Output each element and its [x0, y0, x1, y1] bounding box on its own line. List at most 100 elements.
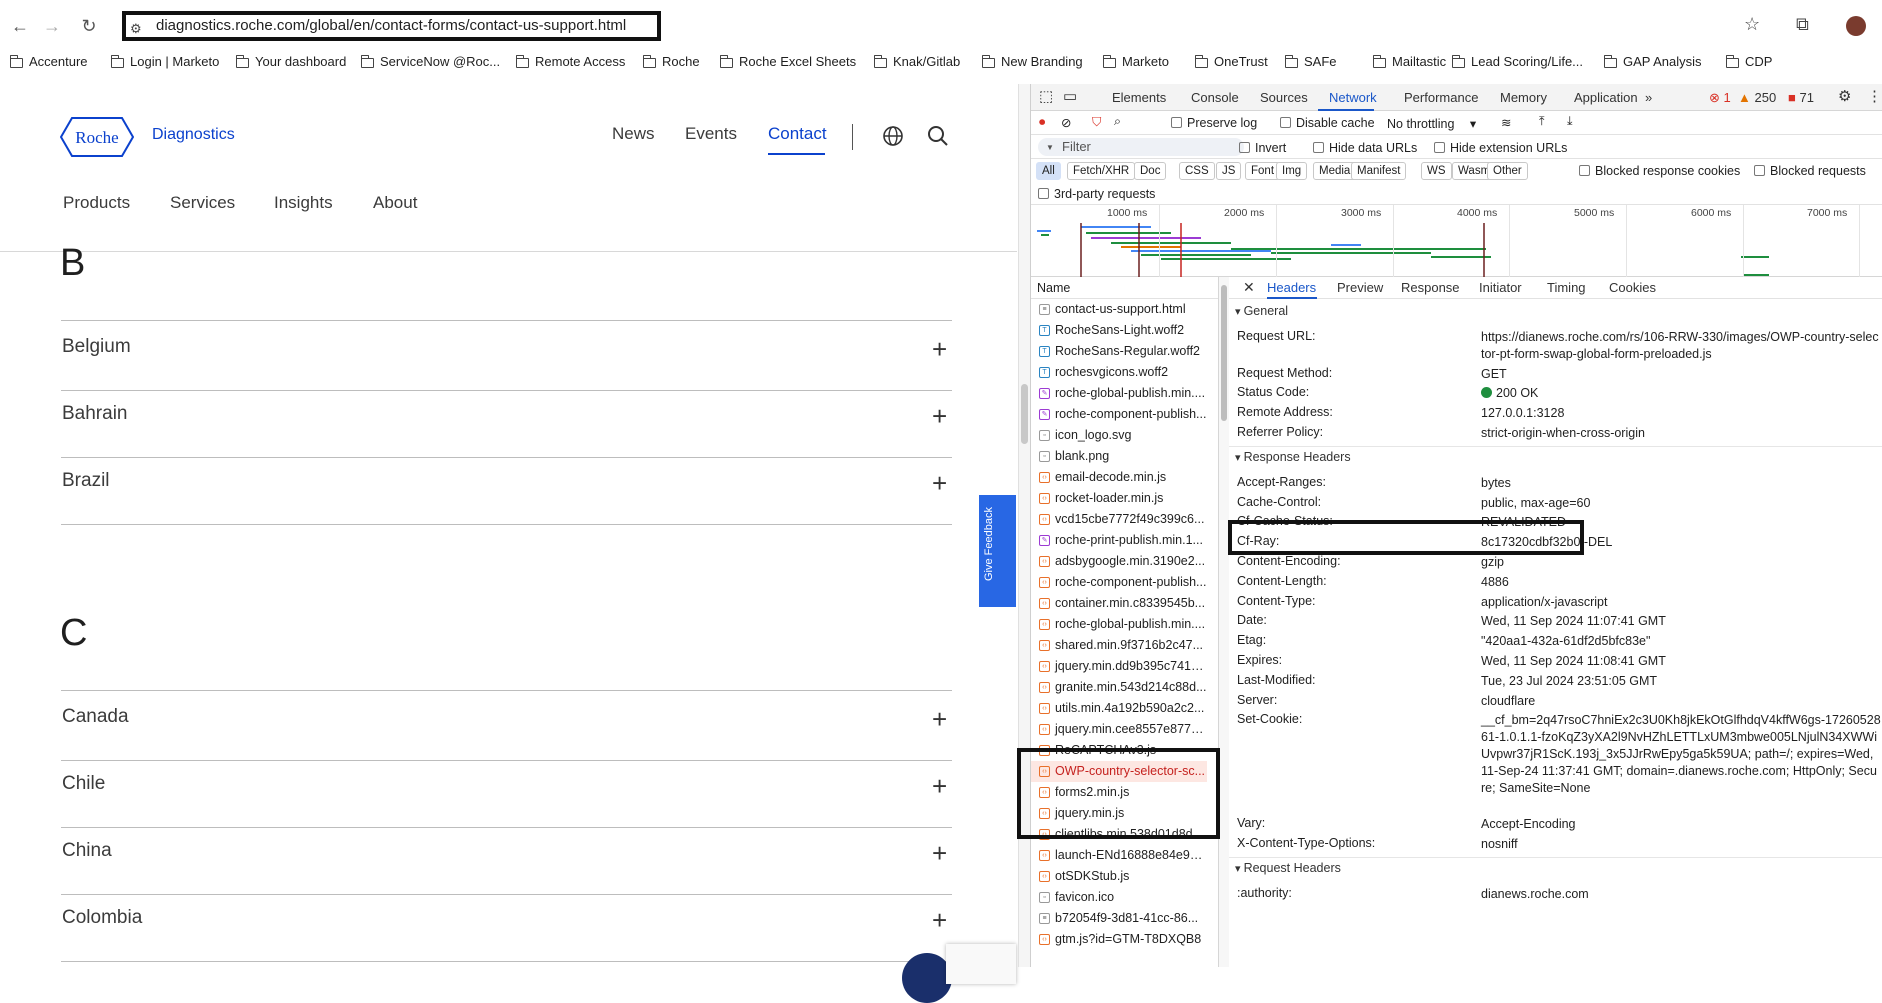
- give-feedback-tab[interactable]: Give Feedback: [979, 495, 1016, 607]
- bookmark-item[interactable]: CDP: [1725, 54, 1772, 69]
- search-network-icon[interactable]: ⌕: [1114, 114, 1121, 129]
- tab-initiator[interactable]: Initiator: [1479, 280, 1522, 295]
- blocked-requests-checkbox[interactable]: Blocked requests: [1754, 164, 1866, 178]
- filter-input[interactable]: Filter: [1038, 138, 1244, 157]
- type-filter-ws[interactable]: WS: [1421, 162, 1452, 180]
- request-row[interactable]: ✎ roche-component-publish...: [1031, 404, 1207, 425]
- reload-icon[interactable]: ↻: [77, 14, 101, 38]
- url-bar[interactable]: ⚙ diagnostics.roche.com/global/en/contac…: [122, 11, 661, 41]
- request-row[interactable]: ≡ contact-us-support.html: [1031, 299, 1207, 320]
- name-column-header[interactable]: Name: [1031, 277, 1218, 299]
- bookmark-item[interactable]: Remote Access: [515, 54, 625, 69]
- request-row[interactable]: ‹› shared.min.9f3716b2c47...: [1031, 635, 1207, 656]
- request-row[interactable]: ▫ icon_logo.svg: [1031, 425, 1207, 446]
- device-toolbar-icon[interactable]: ▭: [1063, 87, 1077, 105]
- expand-plus-icon[interactable]: +: [932, 336, 947, 362]
- hide-extension-urls-checkbox[interactable]: Hide extension URLs: [1434, 141, 1567, 155]
- expand-plus-icon[interactable]: +: [932, 470, 947, 496]
- section-request-headers[interactable]: Request Headers: [1235, 861, 1341, 875]
- subnav-products[interactable]: Products: [63, 193, 130, 213]
- request-row[interactable]: T RocheSans-Regular.woff2: [1031, 341, 1207, 362]
- type-filter-img[interactable]: Img: [1276, 162, 1308, 180]
- request-row[interactable]: ✎ roche-global-publish.min....: [1031, 383, 1207, 404]
- bookmark-item[interactable]: Roche: [642, 54, 700, 69]
- request-row[interactable]: ‹› container.min.c8339545b...: [1031, 593, 1207, 614]
- third-party-checkbox[interactable]: 3rd-party requests: [1038, 187, 1155, 201]
- back-icon[interactable]: ←: [8, 14, 32, 38]
- request-row[interactable]: ‹› email-decode.min.js: [1031, 467, 1207, 488]
- expand-plus-icon[interactable]: +: [932, 403, 947, 429]
- tab-elements[interactable]: Elements: [1112, 90, 1166, 105]
- request-row[interactable]: ‹› roche-component-publish...: [1031, 572, 1207, 593]
- filter-icon[interactable]: ⛉: [1092, 115, 1101, 130]
- request-row[interactable]: ‹› granite.min.543d214c88d...: [1031, 677, 1207, 698]
- section-response-headers[interactable]: Response Headers: [1235, 450, 1351, 464]
- export-har-icon[interactable]: ⤓: [1567, 114, 1573, 129]
- request-row[interactable]: ‹› adsbygoogle.min.3190e2...: [1031, 551, 1207, 572]
- tab-timing[interactable]: Timing: [1547, 280, 1586, 295]
- scrollbar-thumb[interactable]: [1021, 384, 1028, 444]
- invert-checkbox[interactable]: Invert: [1239, 141, 1286, 155]
- tab-network[interactable]: Network: [1329, 90, 1377, 105]
- request-row[interactable]: ≡ b72054f9-3d81-41cc-86...: [1031, 908, 1207, 929]
- request-row[interactable]: ▫ favicon.ico: [1031, 887, 1207, 908]
- expand-plus-icon[interactable]: +: [932, 840, 947, 866]
- country-item[interactable]: Canada: [62, 706, 129, 728]
- nav-events[interactable]: Events: [685, 124, 737, 144]
- tab-memory[interactable]: Memory: [1500, 90, 1547, 105]
- request-list-thumb[interactable]: [1221, 285, 1227, 421]
- country-item[interactable]: Chile: [62, 773, 105, 795]
- expand-plus-icon[interactable]: +: [932, 773, 947, 799]
- request-row[interactable]: ‹› jquery.min.dd9b395c741c...: [1031, 656, 1207, 677]
- close-details-icon[interactable]: ✕: [1243, 279, 1255, 296]
- tab-cookies[interactable]: Cookies: [1609, 280, 1656, 295]
- bookmark-item[interactable]: New Branding: [981, 54, 1083, 69]
- country-item[interactable]: Brazil: [62, 470, 110, 492]
- country-item[interactable]: Colombia: [62, 907, 142, 929]
- profile-avatar[interactable]: [1846, 16, 1866, 36]
- clear-icon[interactable]: ⊘: [1061, 115, 1071, 130]
- type-filter-manifest[interactable]: Manifest: [1351, 162, 1407, 180]
- type-filter-css[interactable]: CSS: [1179, 162, 1215, 180]
- type-filter-fetchxhr[interactable]: Fetch/XHR: [1067, 162, 1136, 180]
- bookmark-item[interactable]: Roche Excel Sheets: [719, 54, 856, 69]
- tab-headers[interactable]: Headers: [1267, 280, 1316, 295]
- request-row[interactable]: ‹› gtm.js?id=GTM-T8DXQB8: [1031, 929, 1207, 950]
- bookmark-item[interactable]: Mailtastic: [1372, 54, 1446, 69]
- country-item[interactable]: China: [62, 840, 112, 862]
- bookmark-item[interactable]: Login | Marketo: [110, 54, 219, 69]
- error-count-badge[interactable]: ⊗ 1: [1709, 90, 1731, 106]
- warning-count-badge[interactable]: ▲ 250: [1738, 90, 1776, 105]
- bookmark-item[interactable]: ServiceNow @Roc...: [360, 54, 500, 69]
- bookmark-star-icon[interactable]: ☆: [1744, 14, 1760, 35]
- more-options-icon[interactable]: ⋮: [1867, 87, 1882, 105]
- type-filter-other[interactable]: Other: [1487, 162, 1528, 180]
- request-row[interactable]: ‹› launch-ENd16888e84e90...: [1031, 845, 1207, 866]
- extensions-icon[interactable]: ⧉: [1796, 14, 1809, 35]
- subnav-insights[interactable]: Insights: [274, 193, 333, 213]
- request-row[interactable]: T RocheSans-Light.woff2: [1031, 320, 1207, 341]
- record-stop-icon[interactable]: ⏺: [1039, 115, 1045, 130]
- expand-plus-icon[interactable]: +: [932, 907, 947, 933]
- section-general[interactable]: General: [1235, 304, 1288, 318]
- nav-news[interactable]: News: [612, 124, 655, 144]
- type-filter-font[interactable]: Font: [1245, 162, 1281, 180]
- tab-console[interactable]: Console: [1191, 90, 1239, 105]
- request-list-scrollbar[interactable]: [1219, 277, 1229, 967]
- type-filter-js[interactable]: JS: [1216, 162, 1242, 180]
- preserve-log-checkbox[interactable]: Preserve log: [1171, 116, 1257, 130]
- hide-data-urls-checkbox[interactable]: Hide data URLs: [1313, 141, 1417, 155]
- request-row[interactable]: ‹› vcd15cbe7772f49c399c6...: [1031, 509, 1207, 530]
- network-overview-timeline[interactable]: 1000 ms 2000 ms 3000 ms 4000 ms 5000 ms 6000 …: [1031, 205, 1882, 277]
- type-filter-doc[interactable]: Doc: [1134, 162, 1167, 180]
- throttling-select[interactable]: No throttling ▾: [1387, 116, 1476, 131]
- tab-performance[interactable]: Performance: [1404, 90, 1478, 105]
- tab-response[interactable]: Response: [1401, 280, 1460, 295]
- chat-button[interactable]: [902, 953, 952, 1003]
- country-item[interactable]: Belgium: [62, 336, 131, 358]
- more-tabs-icon[interactable]: »: [1645, 90, 1652, 105]
- tab-sources[interactable]: Sources: [1260, 90, 1308, 105]
- issue-count-badge[interactable]: ■ 71: [1788, 90, 1814, 105]
- tab-application[interactable]: Application: [1574, 90, 1638, 105]
- bookmark-item[interactable]: Lead Scoring/Life...: [1451, 54, 1583, 69]
